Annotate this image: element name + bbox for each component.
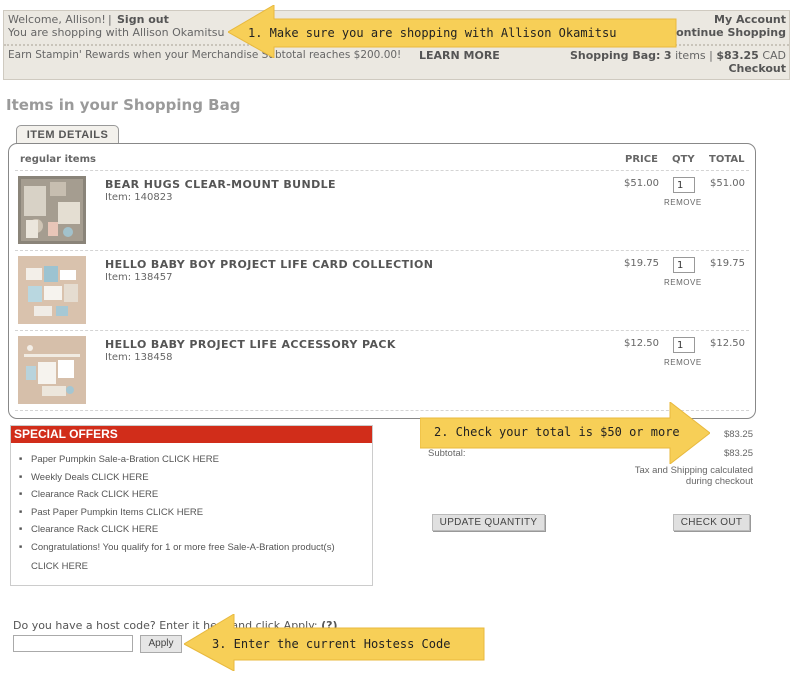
callout-1: 1. Make sure you are shopping with Allis… [228,5,680,58]
row-separator [15,250,749,251]
special-offers-title: SPECIAL OFFERS [11,426,372,443]
quantity-input[interactable] [673,257,695,273]
tax-note-line1: Tax and Shipping calculated [634,465,753,476]
product-item-number: Item: 140823 [105,192,173,203]
shopping-with-text: You are shopping with Allison Okamitsu [8,26,225,39]
callout-3: 3. Enter the current Hostess Code [184,614,486,671]
callout-2: 2. Check your total is $50 or more [420,402,710,464]
merchandise-total: $83.25 [723,429,753,440]
col-price-header: PRICE [625,154,658,165]
row-separator [15,170,749,171]
product-image[interactable] [18,336,86,404]
product-item-number: Item: 138457 [105,272,173,283]
product-price: $19.75 [624,258,659,269]
product-name[interactable]: HELLO BABY PROJECT LIFE ACCESSORY PACK [105,338,396,351]
callout-1-text: 1. Make sure you are shopping with Allis… [248,26,617,40]
col-total-header: TOTAL [709,154,745,165]
product-item-number: Item: 138458 [105,352,173,363]
bag-total: $83.25 [716,49,759,62]
subtotal-value: $83.25 [723,448,753,459]
product-price: $51.00 [624,178,659,189]
remove-link[interactable]: REMOVE [664,278,702,287]
table-row: BEAR HUGS CLEAR-MOUNT BUNDLE Item: 14082… [9,170,755,250]
update-quantity-button[interactable]: UPDATE QUANTITY [432,514,545,531]
special-offers-panel: SPECIAL OFFERS Paper Pumpkin Sale-a-Brat… [10,425,373,586]
offers-list: Paper Pumpkin Sale-a-Bration CLICK HERE … [11,451,372,556]
continue-shopping-link[interactable]: Continue Shopping [668,26,786,39]
col-qty-header: QTY [672,154,695,165]
table-row: HELLO BABY PROJECT LIFE ACCESSORY PACK I… [9,330,755,410]
remove-link[interactable]: REMOVE [664,198,702,207]
product-name[interactable]: HELLO BABY BOY PROJECT LIFE CARD COLLECT… [105,258,433,271]
section-label: regular items [20,154,96,165]
quantity-input[interactable] [673,177,695,193]
table-row: HELLO BABY BOY PROJECT LIFE CARD COLLECT… [9,250,755,330]
row-total: $51.00 [710,178,745,189]
offer-item[interactable]: Past Paper Pumpkin Items CLICK HERE [19,504,372,522]
offer-item[interactable]: Paper Pumpkin Sale-a-Bration CLICK HERE [19,451,372,469]
callout-3-text: 3. Enter the current Hostess Code [212,637,451,651]
row-total: $12.50 [710,338,745,349]
items-table: regular items PRICE QTY TOTAL BEAR HUGS … [8,143,756,419]
product-price: $12.50 [624,338,659,349]
offer-item[interactable]: Congratulations! You qualify for 1 or mo… [19,539,372,557]
topbar-sep: | [108,13,112,26]
sign-out-link[interactable]: Sign out [117,13,169,26]
product-image[interactable] [18,256,86,324]
bag-items-word: items | [675,49,713,62]
my-account-link[interactable]: My Account [714,13,786,26]
callout-2-text: 2. Check your total is $50 or more [434,425,680,439]
row-separator [15,330,749,331]
product-image[interactable] [18,176,86,244]
row-total: $19.75 [710,258,745,269]
host-code-input[interactable] [13,635,133,652]
offer-item[interactable]: Weekly Deals CLICK HERE [19,469,372,487]
quantity-input[interactable] [673,337,695,353]
offer-click-here-link[interactable]: CLICK HERE [31,561,88,572]
remove-link[interactable]: REMOVE [664,358,702,367]
product-name[interactable]: BEAR HUGS CLEAR-MOUNT BUNDLE [105,178,336,191]
bag-currency: CAD [762,49,786,62]
tax-note-line2: during checkout [685,476,753,487]
check-out-button[interactable]: CHECK OUT [673,514,750,531]
offer-item[interactable]: Clearance Rack CLICK HERE [19,486,372,504]
apply-button[interactable]: Apply [140,635,182,653]
checkout-link[interactable]: Checkout [728,62,786,75]
welcome-text: Welcome, Allison! [8,13,106,26]
offer-item[interactable]: Clearance Rack CLICK HERE [19,521,372,539]
tab-item-details[interactable]: ITEM DETAILS [16,125,119,144]
page-title: Items in your Shopping Bag [6,96,241,114]
